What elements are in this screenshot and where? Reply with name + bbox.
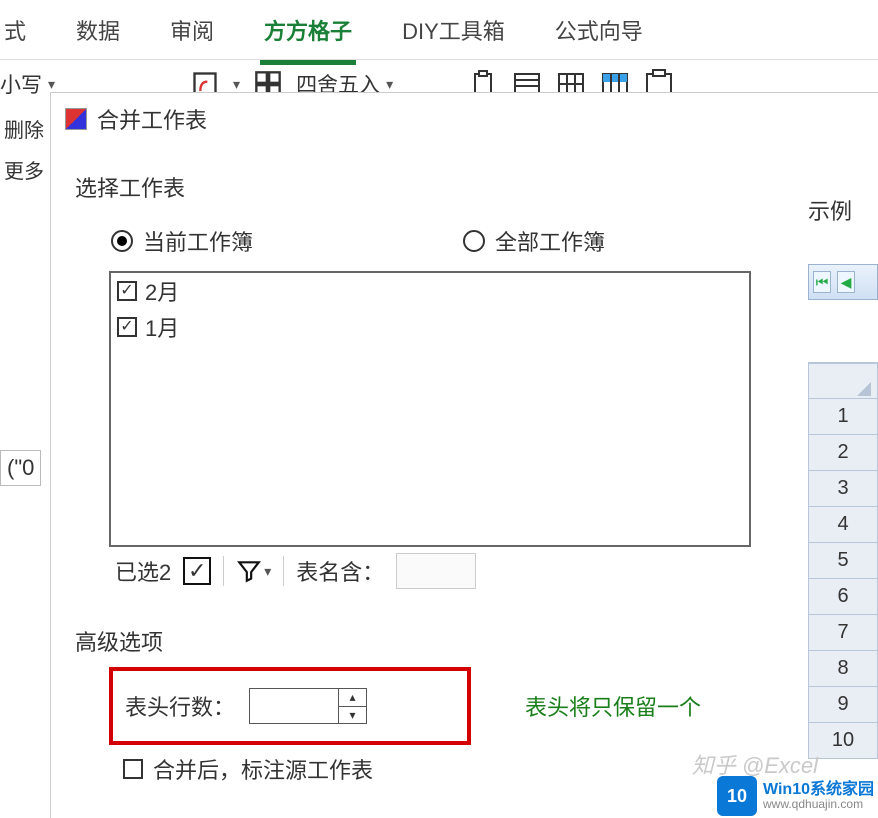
ribbon-tab-data[interactable]: 数据 (72, 14, 124, 60)
sheet-name: 1月 (145, 311, 179, 343)
chevron-down-icon: ▾ (264, 563, 271, 580)
select-sheets-label: 选择工作表 (75, 171, 854, 203)
sheets-listbox[interactable]: 2月 1月 (109, 271, 751, 547)
header-rows-label: 表头行数： (125, 690, 235, 722)
spin-down-button[interactable]: ▾ (339, 707, 366, 724)
divider (223, 556, 224, 586)
nav-prev-icon[interactable]: ◀ (837, 271, 855, 293)
spin-up-button[interactable]: ▴ (339, 689, 366, 707)
row-header[interactable]: 4 (808, 507, 878, 543)
row-header[interactable]: 3 (808, 471, 878, 507)
left-item-delete[interactable]: 删除 (0, 108, 44, 149)
row-header[interactable]: 5 (808, 543, 878, 579)
logo-url: www.qdhuajin.com (763, 798, 874, 811)
header-rows-highlight: 表头行数： ▴ ▾ (109, 667, 471, 745)
left-edge-items: 删除 更多 (0, 108, 44, 190)
chevron-down-icon[interactable]: ▾ (233, 76, 240, 93)
sheet-name: 2月 (145, 275, 179, 307)
dialog-app-icon (65, 108, 87, 130)
selected-count-label: 已选2 (115, 555, 171, 587)
header-hint-text: 表头将只保留一个 (525, 690, 701, 722)
left-item-more[interactable]: 更多 (0, 149, 44, 190)
radio-icon (111, 230, 133, 252)
row-header[interactable]: 9 (808, 687, 878, 723)
advanced-options-label: 高级选项 (75, 625, 854, 657)
ribbon-tab-ffgz[interactable]: 方方格子 (260, 14, 356, 65)
site-watermark: 10 Win10系统家园 www.qdhuajin.com (717, 776, 874, 816)
list-item[interactable]: 1月 (111, 309, 749, 345)
row-header[interactable]: 10 (808, 723, 878, 759)
logo-title: Win10系统家园 (763, 781, 874, 799)
formula-fragment: ("0 (0, 450, 41, 486)
chevron-down-icon: ▾ (48, 76, 55, 93)
checkbox-icon[interactable] (117, 317, 137, 337)
select-all-corner[interactable] (808, 363, 878, 399)
merge-sheets-dialog: 合并工作表 选择工作表 当前工作簿 全部工作簿 2月 (50, 92, 878, 818)
radio-icon (463, 230, 485, 252)
ribbon-tab-review[interactable]: 审阅 (166, 14, 218, 60)
example-label: 示例 (808, 190, 878, 230)
sheet-nav-strip: ⏮ ◀ (808, 264, 878, 300)
mark-source-label: 合并后，标注源工作表 (153, 753, 373, 785)
case-dropdown[interactable]: 小写 ▾ (0, 69, 55, 99)
name-contains-label: 表名含： (296, 555, 384, 587)
radio-current-workbook[interactable]: 当前工作簿 (111, 225, 253, 257)
dialog-title-text: 合并工作表 (97, 103, 207, 135)
radio-all-workbooks[interactable]: 全部工作簿 (463, 225, 605, 257)
example-panel: 示例 ⏮ ◀ 1 2 3 4 5 6 7 8 9 10 (808, 190, 878, 759)
workbook-scope-radios: 当前工作簿 全部工作簿 (75, 215, 854, 271)
ribbon-tab-formula-partial[interactable]: 式 (0, 14, 30, 60)
logo-badge: 10 (717, 776, 757, 816)
radio-current-label: 当前工作簿 (143, 225, 253, 257)
filter-row: 已选2 ▾ 表名含： (75, 547, 854, 589)
ribbon-tab-diy[interactable]: DIY工具箱 (398, 14, 509, 60)
nav-first-icon[interactable]: ⏮ (813, 271, 831, 293)
funnel-icon (236, 558, 262, 584)
ribbon-tabs: 式 数据 审阅 方方格子 DIY工具箱 公式向导 (0, 0, 878, 60)
list-item[interactable]: 2月 (111, 273, 749, 309)
row-header[interactable]: 2 (808, 435, 878, 471)
row-headers: 1 2 3 4 5 6 7 8 9 10 (808, 362, 878, 759)
row-header[interactable]: 7 (808, 615, 878, 651)
filter-dropdown[interactable]: ▾ (236, 558, 271, 584)
row-header[interactable]: 1 (808, 399, 878, 435)
case-label: 小写 (0, 69, 42, 99)
chevron-down-icon: ▾ (386, 76, 393, 93)
checkbox-icon[interactable] (123, 759, 143, 779)
row-header[interactable]: 6 (808, 579, 878, 615)
radio-all-label: 全部工作簿 (495, 225, 605, 257)
name-contains-input[interactable] (396, 553, 476, 589)
divider (283, 556, 284, 586)
header-rows-spinner[interactable]: ▴ ▾ (249, 688, 367, 724)
ribbon-tab-formula-guide[interactable]: 公式向导 (551, 14, 647, 60)
row-header[interactable]: 8 (808, 651, 878, 687)
checkbox-icon[interactable] (117, 281, 137, 301)
dialog-titlebar: 合并工作表 (51, 93, 878, 145)
header-rows-input[interactable] (250, 689, 338, 723)
select-all-checkbox[interactable] (183, 557, 211, 585)
